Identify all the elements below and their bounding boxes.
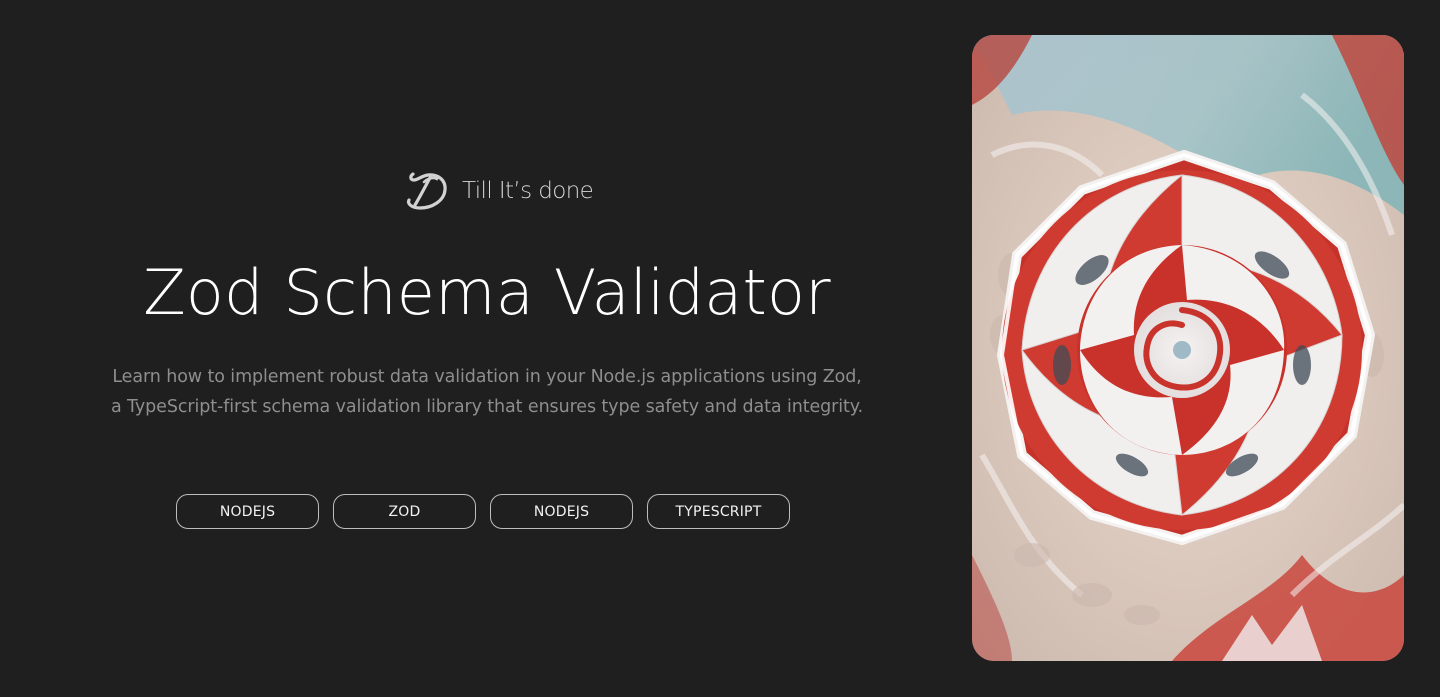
description-line: a TypeScript-first schema validation lib… — [110, 397, 864, 417]
tag-nodejs-2[interactable]: NODEJS — [490, 494, 633, 529]
page: Till It’s done Zod Schema Validator Lear… — [0, 0, 1440, 697]
brand[interactable]: Till It’s done — [404, 170, 594, 212]
brand-name: Till It’s done — [462, 178, 594, 204]
tag-list: NODEJS ZOD NODEJS TYPESCRIPT — [176, 494, 790, 529]
page-description: Learn how to implement robust data valid… — [40, 362, 934, 422]
tag-zod[interactable]: ZOD — [333, 494, 476, 529]
description-line: Learn how to implement robust data valid… — [112, 367, 862, 387]
signature-logo-icon — [406, 172, 447, 210]
tag-nodejs[interactable]: NODEJS — [176, 494, 319, 529]
spiral-artwork-image — [972, 35, 1404, 661]
hero-image — [972, 35, 1404, 661]
tag-typescript[interactable]: TYPESCRIPT — [647, 494, 790, 529]
page-title: Zod Schema Validator — [143, 256, 831, 329]
